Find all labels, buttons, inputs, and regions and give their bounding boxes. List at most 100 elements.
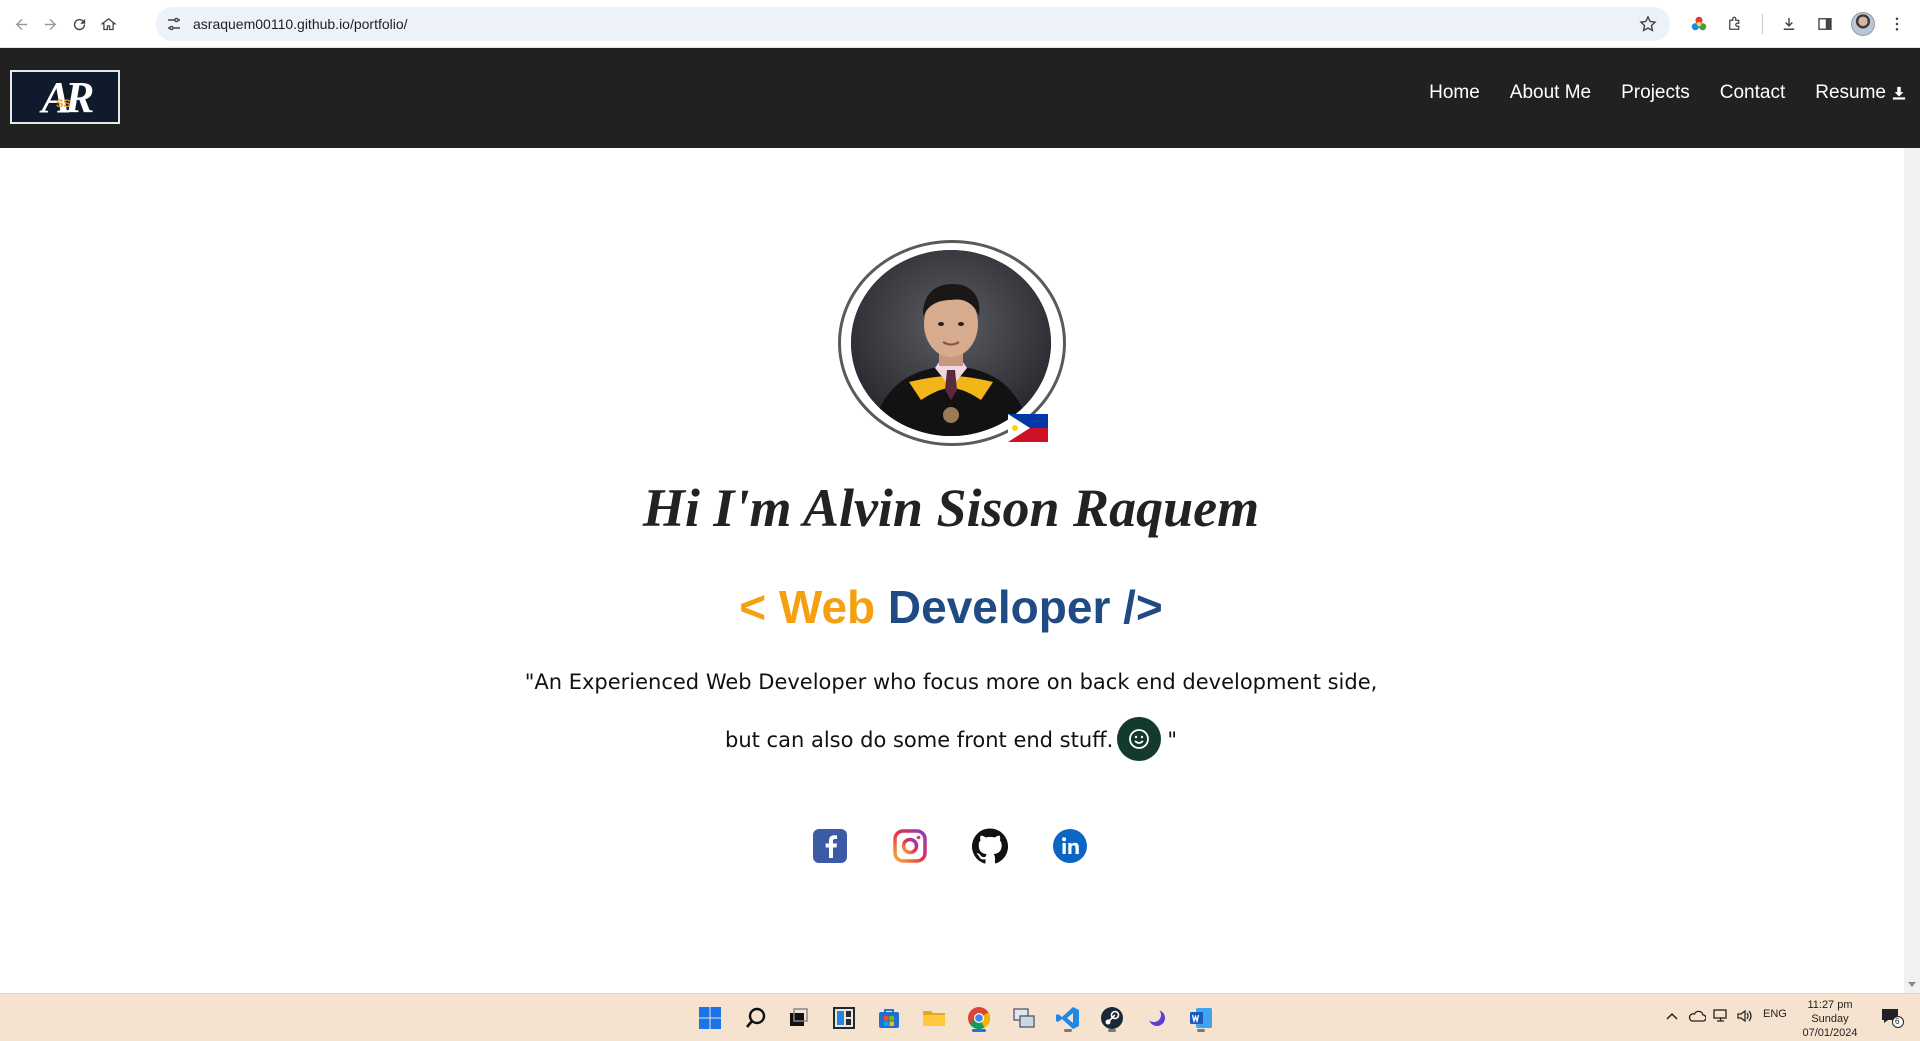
- home-icon: [99, 17, 117, 30]
- taskbar-search-button[interactable]: [740, 1002, 772, 1034]
- notification-icon: [1882, 1009, 1904, 1028]
- site-logo[interactable]: AR SS: [10, 70, 120, 124]
- role-suffix: Developer />: [887, 581, 1163, 633]
- vscode-taskbar-button[interactable]: [1052, 1002, 1084, 1034]
- nav-resume-label: Resume: [1815, 82, 1886, 103]
- kebab-menu-icon: [1895, 17, 1899, 31]
- page-scrollbar[interactable]: [1904, 148, 1920, 993]
- color-extension-button[interactable]: [1686, 11, 1712, 37]
- linkedin-icon: [1053, 829, 1087, 863]
- nav-links: Home About Me Projects Contact Resume: [1399, 82, 1906, 104]
- hero-title: Hi I'm Alvin Sison Raquem: [642, 478, 1260, 538]
- onedrive-cloud-icon[interactable]: [1688, 1009, 1706, 1023]
- nav-contact[interactable]: Contact: [1720, 82, 1785, 104]
- hero-quote-line-2: but can also do some front end stuff. ": [0, 717, 1902, 763]
- nav-resume[interactable]: Resume: [1815, 82, 1906, 104]
- active-app-indicator: [972, 1029, 986, 1032]
- windows-taskbar: ENG 11:27 pm Sunday 07/01/2024 6: [0, 993, 1920, 1041]
- notification-center-button[interactable]: 6: [1880, 1006, 1904, 1028]
- back-button[interactable]: [8, 11, 34, 37]
- profile-avatar[interactable]: [1851, 12, 1875, 36]
- puzzle-piece-icon: [1729, 16, 1740, 30]
- logo-text: AR: [41, 72, 95, 122]
- task-view-icon: [790, 1008, 808, 1026]
- nav-about-me[interactable]: About Me: [1510, 82, 1591, 104]
- site-settings-icon[interactable]: [166, 16, 182, 32]
- nav-projects[interactable]: Projects: [1621, 82, 1690, 104]
- instagram-link[interactable]: [892, 828, 928, 864]
- smiley-icon: [1117, 717, 1162, 761]
- task-view-button[interactable]: [782, 1002, 814, 1034]
- side-panel-icon: [1818, 18, 1832, 30]
- word-taskbar-button[interactable]: [1185, 1002, 1217, 1034]
- running-app-indicator: [1064, 1029, 1072, 1032]
- nav-home[interactable]: Home: [1429, 82, 1480, 104]
- reload-button[interactable]: [66, 11, 92, 37]
- chrome-icon: [968, 1007, 990, 1029]
- hero-quote-line-1: "An Experienced Web Developer who focus …: [524, 670, 1378, 694]
- running-app-indicator-3: [1197, 1029, 1205, 1032]
- logo-subtext: SS: [56, 98, 71, 110]
- word-icon: [1190, 1008, 1212, 1028]
- side-panel-button[interactable]: [1812, 11, 1838, 37]
- resume-download-icon: [1892, 86, 1906, 100]
- back-arrow-icon: [15, 18, 27, 30]
- browser-menu-button[interactable]: [1884, 11, 1910, 37]
- browser-toolbar: asraquem00110.github.io/portfolio/: [0, 0, 1920, 48]
- facebook-link[interactable]: [812, 828, 848, 864]
- philippines-flag-icon: [1008, 414, 1048, 442]
- start-button[interactable]: [694, 1002, 726, 1034]
- search-icon: [746, 1007, 766, 1028]
- toolbar-divider: [1762, 14, 1763, 34]
- github-icon: [972, 828, 1008, 864]
- widgets-icon: [833, 1007, 855, 1029]
- clock-date: 07/01/2024: [1802, 1027, 1858, 1039]
- role-prefix: < Web: [739, 581, 876, 633]
- windows-logo-icon: [699, 1007, 721, 1029]
- clock-time: 11:27 pm: [1807, 999, 1853, 1011]
- url-text: asraquem00110.github.io/portfolio/: [193, 16, 408, 32]
- forward-arrow-icon: [44, 18, 56, 30]
- quote-line-2-text: but can also do some front end stuff.: [725, 728, 1114, 752]
- language-indicator[interactable]: ENG: [1763, 1008, 1787, 1020]
- instagram-icon: [893, 829, 927, 863]
- quote-close-mark: ": [1167, 728, 1177, 752]
- vscode-icon: [1056, 1007, 1079, 1029]
- moon-icon: [1147, 1008, 1165, 1026]
- clock-day: Sunday: [1811, 1013, 1849, 1025]
- file-explorer-button[interactable]: [918, 1002, 950, 1034]
- downloads-button[interactable]: [1776, 11, 1802, 37]
- running-app-indicator-2: [1108, 1029, 1116, 1032]
- home-button[interactable]: [95, 11, 121, 37]
- reload-icon: [73, 18, 85, 30]
- extensions-button[interactable]: [1722, 11, 1748, 37]
- notification-count-badge: 6: [1895, 1017, 1900, 1026]
- hero-role: < Web Developer />: [0, 580, 1902, 634]
- steam-icon: [1101, 1007, 1123, 1029]
- address-bar[interactable]: asraquem00110.github.io/portfolio/: [156, 7, 1670, 41]
- system-clock[interactable]: 11:27 pm Sunday 07/01/2024: [1786, 998, 1874, 1040]
- color-wheel-icon: [1691, 16, 1707, 31]
- download-icon: [1783, 18, 1795, 30]
- moon-app-button[interactable]: [1141, 1002, 1173, 1034]
- remote-desktop-icon: [1013, 1008, 1035, 1028]
- profile-photo-image: [851, 250, 1051, 436]
- bookmark-star-icon[interactable]: [1638, 14, 1658, 34]
- steam-taskbar-button[interactable]: [1096, 1002, 1128, 1034]
- widgets-button[interactable]: [828, 1002, 860, 1034]
- network-app-button[interactable]: [1008, 1002, 1040, 1034]
- social-links: [812, 828, 1088, 864]
- forward-button[interactable]: [37, 11, 63, 37]
- folder-icon: [923, 1011, 945, 1026]
- scroll-down-arrow-icon[interactable]: [1908, 982, 1916, 987]
- site-navbar: AR SS Home About Me Projects Contact Res…: [0, 48, 1920, 148]
- microsoft-store-button[interactable]: [873, 1002, 905, 1034]
- show-hidden-icons-chevron-icon[interactable]: [1666, 1011, 1678, 1021]
- linkedin-link[interactable]: [1052, 828, 1088, 864]
- facebook-icon: [813, 829, 847, 863]
- github-link[interactable]: [972, 828, 1008, 864]
- store-bag-icon: [879, 1009, 899, 1028]
- network-icon[interactable]: [1712, 1009, 1730, 1023]
- chrome-taskbar-button[interactable]: [963, 1002, 995, 1034]
- volume-icon[interactable]: [1736, 1009, 1754, 1023]
